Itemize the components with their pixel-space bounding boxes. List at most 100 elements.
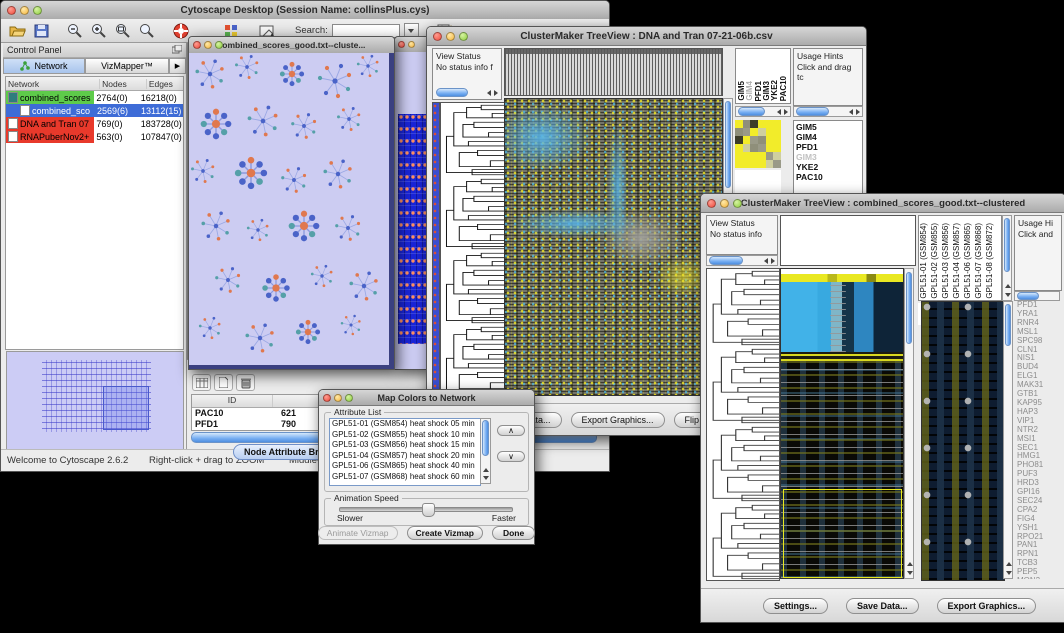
overview-viewport-rect[interactable]: [103, 386, 149, 430]
tv1-row-dendrogram[interactable]: [440, 102, 506, 398]
minimize-button[interactable]: [408, 41, 415, 48]
treeview2-window: ClusterMaker TreeView : combined_scores_…: [700, 193, 1064, 623]
matrix-cell: [743, 144, 751, 152]
tv2-zoom-heatmap[interactable]: [921, 301, 1005, 581]
close-button[interactable]: [7, 6, 16, 15]
network-row[interactable]: DNA and Tran 07 769(0) 183728(0): [6, 117, 183, 130]
window-controls: [7, 6, 42, 15]
zoom-out-icon[interactable]: [65, 21, 85, 41]
tv1-hints-hscrollbar[interactable]: [793, 106, 863, 117]
tab-vizmapper[interactable]: VizMapper™: [85, 58, 169, 74]
close-button[interactable]: [193, 41, 201, 49]
zoom-window-button[interactable]: [733, 199, 742, 208]
zoom-window-button[interactable]: [33, 6, 42, 15]
row-label: GIM4: [796, 132, 860, 142]
tv2-heatmap-vscrollbar[interactable]: [904, 268, 914, 579]
tv1-column-dendrogram[interactable]: [504, 48, 723, 96]
matrix-cell: [773, 136, 781, 144]
zoom-window-button[interactable]: [459, 32, 468, 41]
network-view-titlebar[interactable]: combined_scores_good.txt--cluste...: [189, 37, 394, 54]
close-button[interactable]: [323, 394, 331, 402]
select-attributes-icon[interactable]: [192, 374, 211, 391]
done-button[interactable]: Done: [492, 526, 535, 540]
tv1-labels-hscrollbar[interactable]: [735, 106, 791, 117]
zoom-selected-icon[interactable]: [137, 21, 157, 41]
close-button[interactable]: [707, 199, 716, 208]
create-vizmap-button[interactable]: Create Vizmap: [407, 526, 483, 540]
treeview2-titlebar[interactable]: ClusterMaker TreeView : combined_scores_…: [701, 194, 1064, 213]
tv2-heatmap[interactable]: [780, 268, 904, 579]
animation-speed-label: Animation Speed: [331, 493, 402, 503]
network-file-icon: [8, 92, 18, 103]
row-label: YKE2: [796, 162, 860, 172]
tv2-row-dendrogram[interactable]: [706, 268, 780, 581]
attribute-list-item[interactable]: GPL51-04 (GSM857) heat shock 20 min: [330, 451, 480, 462]
attribute-list-item[interactable]: GPL51-03 (GSM856) heat shock 15 min: [330, 440, 480, 451]
move-down-button[interactable]: ∨: [497, 451, 525, 462]
network-canvas[interactable]: [189, 53, 394, 369]
tv2-labels-vscrollbar[interactable]: [1002, 215, 1012, 301]
network-row[interactable]: combined_scores 2764(0) 16218(0): [6, 91, 183, 104]
minimize-button[interactable]: [334, 394, 342, 402]
new-attribute-icon[interactable]: [214, 374, 233, 391]
matrix-cell: [735, 120, 743, 128]
zoom-in-icon[interactable]: [89, 21, 109, 41]
attribute-list-item[interactable]: GPL51-02 (GSM855) heat shock 10 min: [330, 430, 480, 441]
main-titlebar[interactable]: Cytoscape Desktop (Session Name: collins…: [1, 1, 609, 20]
matrix-cell: [750, 136, 758, 144]
tv2-hints-hscrollbar[interactable]: [1014, 291, 1060, 301]
matrix-cell: [758, 128, 766, 136]
tv1-selection-heatmap[interactable]: [735, 120, 781, 168]
footer-button[interactable]: Export Graphics...: [937, 598, 1037, 614]
save-icon[interactable]: [31, 21, 51, 41]
background-network-canvas[interactable]: [395, 52, 429, 369]
open-folder-icon[interactable]: [7, 21, 27, 41]
data-col-id: ID: [192, 395, 273, 407]
network-view-window: combined_scores_good.txt--cluste...: [188, 36, 395, 370]
tab-overflow-button[interactable]: ▶: [169, 58, 186, 74]
attribute-list[interactable]: GPL51-01 (GSM854) heat shock 05 minGPL51…: [329, 418, 481, 486]
float-panel-icon[interactable]: [172, 41, 182, 59]
footer-button[interactable]: Export Graphics...: [571, 412, 665, 428]
minimize-button[interactable]: [446, 32, 455, 41]
matrix-cell: [735, 160, 743, 168]
close-button[interactable]: [398, 41, 405, 48]
attribute-list-vscrollbar[interactable]: [480, 418, 491, 484]
footer-button[interactable]: Save Data...: [846, 598, 919, 614]
footer-button[interactable]: Settings...: [763, 598, 828, 614]
tab-network[interactable]: Network: [3, 58, 85, 74]
move-up-button[interactable]: ∧: [497, 425, 525, 436]
status-left: Welcome to Cytoscape 2.6.2: [7, 455, 128, 466]
network-row[interactable]: combined_sco 2569(6) 13112(15): [6, 104, 183, 117]
control-panel: Control Panel Network VizMapper™ ▶ Netwo…: [3, 43, 187, 455]
treeview1-titlebar[interactable]: ClusterMaker TreeView : DNA and Tran 07-…: [427, 27, 866, 46]
matrix-cell: [773, 160, 781, 168]
attribute-list-item[interactable]: GPL51-06 (GSM865) heat shock 40 min: [330, 461, 480, 472]
tv2-column-tree-area[interactable]: [780, 215, 916, 266]
zoom-fit-icon[interactable]: [113, 21, 133, 41]
heatmap-cyan-block: [781, 282, 903, 352]
tv1-heatmap[interactable]: [504, 98, 723, 396]
delete-attribute-trash-icon[interactable]: [236, 374, 255, 391]
heatmap-selection-rect[interactable]: [783, 489, 902, 578]
tv2-zoom-vscrollbar[interactable]: [1003, 301, 1013, 579]
minimize-button[interactable]: [720, 199, 729, 208]
attribute-list-item[interactable]: GPL51-01 (GSM854) heat shock 05 min: [330, 419, 480, 430]
matrix-cell: [743, 160, 751, 168]
tv2-status-hscrollbar[interactable]: [706, 255, 778, 266]
slider-thumb[interactable]: [422, 503, 435, 517]
animation-speed-slider[interactable]: [339, 507, 513, 512]
tv1-status-hscrollbar[interactable]: [434, 87, 500, 98]
minimize-button[interactable]: [20, 6, 29, 15]
network-row[interactable]: RNAPuberNov2+ 563(0) 107847(0): [6, 130, 183, 143]
attribute-list-item[interactable]: GPL51-07 (GSM868) heat shock 60 min: [330, 472, 480, 483]
animate-vizmap-button[interactable]: Animate Vizmap: [318, 526, 398, 540]
zoom-window-button[interactable]: [215, 41, 223, 49]
network-overview-thumbnail[interactable]: [6, 351, 184, 453]
minimize-button[interactable]: [204, 41, 212, 49]
zoom-window-button[interactable]: [345, 394, 353, 402]
network-graph: [189, 53, 385, 365]
dialog-titlebar[interactable]: Map Colors to Network: [319, 390, 534, 406]
close-button[interactable]: [433, 32, 442, 41]
matrix-cell: [758, 160, 766, 168]
